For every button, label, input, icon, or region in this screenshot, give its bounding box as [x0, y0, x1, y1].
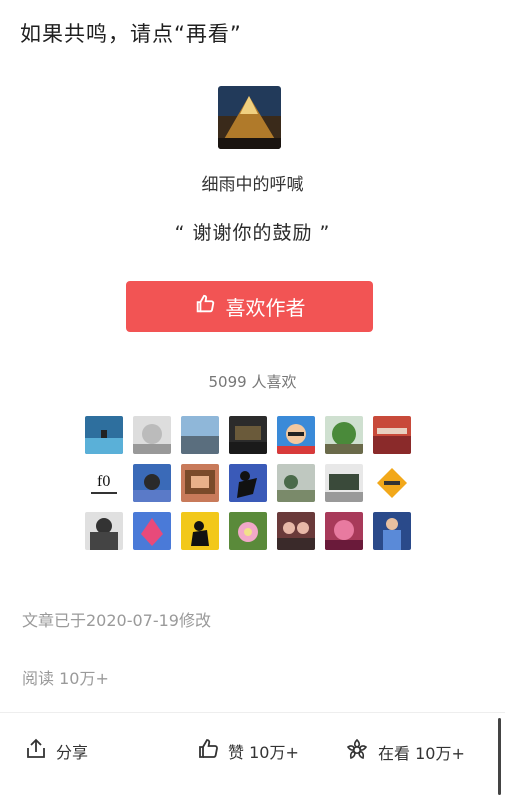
share-label: 分享	[56, 743, 89, 762]
like-author-button[interactable]: 喜欢作者	[126, 281, 373, 332]
like-author-label: 喜欢作者	[225, 296, 306, 320]
liker-avatar[interactable]: f0	[85, 464, 123, 502]
liker-avatar[interactable]	[229, 416, 267, 454]
liker-avatar[interactable]	[181, 416, 219, 454]
liker-avatar[interactable]	[325, 464, 363, 502]
liker-avatar[interactable]	[181, 512, 219, 550]
liker-avatar[interactable]	[373, 464, 411, 502]
liker-avatar-grid: f0	[85, 416, 415, 560]
article-read-count: 阅读 10万+	[22, 669, 109, 688]
wow-label: 在看 10万+	[378, 744, 465, 763]
thumbs-up-icon	[194, 293, 216, 320]
liker-avatar[interactable]	[133, 512, 171, 550]
author-name[interactable]: 细雨中的呼喊	[0, 170, 505, 195]
liker-avatar[interactable]	[277, 464, 315, 502]
thumbs-up-icon	[196, 737, 220, 765]
liker-avatar[interactable]	[181, 464, 219, 502]
bottom-divider	[0, 712, 505, 713]
liker-avatar[interactable]	[133, 464, 171, 502]
liker-avatar[interactable]	[85, 512, 123, 550]
article-closing-text: 如果共鸣，请点“再看”	[20, 22, 242, 46]
share-icon	[24, 737, 48, 765]
svg-text:f0: f0	[97, 473, 110, 490]
wow-button[interactable]: 在看 10万+	[344, 737, 465, 767]
author-avatar[interactable]	[218, 86, 281, 149]
liker-avatar[interactable]	[325, 416, 363, 454]
liker-avatar[interactable]	[133, 416, 171, 454]
like-label: 赞 10万+	[228, 743, 299, 762]
scrollbar[interactable]	[498, 718, 501, 795]
liker-avatar[interactable]	[229, 464, 267, 502]
wow-flower-icon	[344, 737, 370, 767]
like-count: 5099 人喜欢	[208, 373, 297, 391]
liker-avatar[interactable]	[277, 416, 315, 454]
share-button[interactable]: 分享	[24, 737, 88, 765]
liker-avatar[interactable]	[229, 512, 267, 550]
like-button[interactable]: 赞 10万+	[196, 737, 299, 765]
liker-avatar[interactable]	[373, 416, 411, 454]
article-modified-date: 文章已于2020-07-19修改	[22, 611, 211, 630]
bottom-action-bar: 分享 赞 10万+ 在看 10万+	[0, 723, 505, 779]
liker-avatar[interactable]	[85, 416, 123, 454]
author-quote: “ 谢谢你的鼓励 ”	[174, 222, 331, 244]
liker-avatar[interactable]	[325, 512, 363, 550]
liker-avatar[interactable]	[277, 512, 315, 550]
liker-avatar[interactable]	[373, 512, 411, 550]
